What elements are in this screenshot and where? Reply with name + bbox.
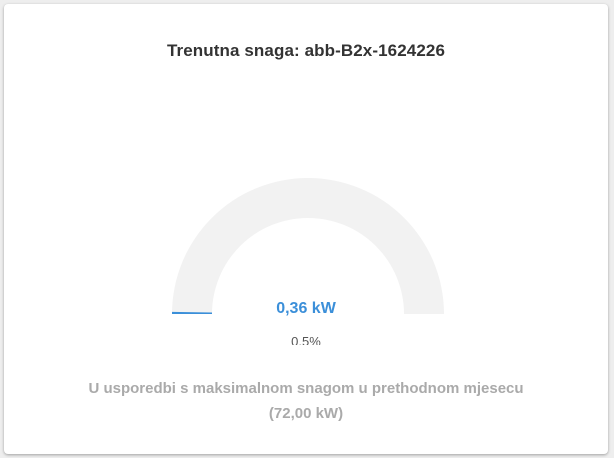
comparison-note-line1: U usporedbi s maksimalnom snagom u preth… [88,380,524,397]
gauge-value: 0,36 kW [276,300,336,317]
gauge-percent: 0,5% [291,334,321,345]
comparison-note-line2: (72,00 kW) [268,405,344,422]
comparison-note: U usporedbi s maksimalnom snagom u preth… [4,376,608,426]
gauge-track [172,178,444,314]
gauge-percent-container: 0,5% [4,334,608,345]
power-card: Trenutna snaga: abb-B2x-1624226 0,36 kW … [4,4,608,454]
